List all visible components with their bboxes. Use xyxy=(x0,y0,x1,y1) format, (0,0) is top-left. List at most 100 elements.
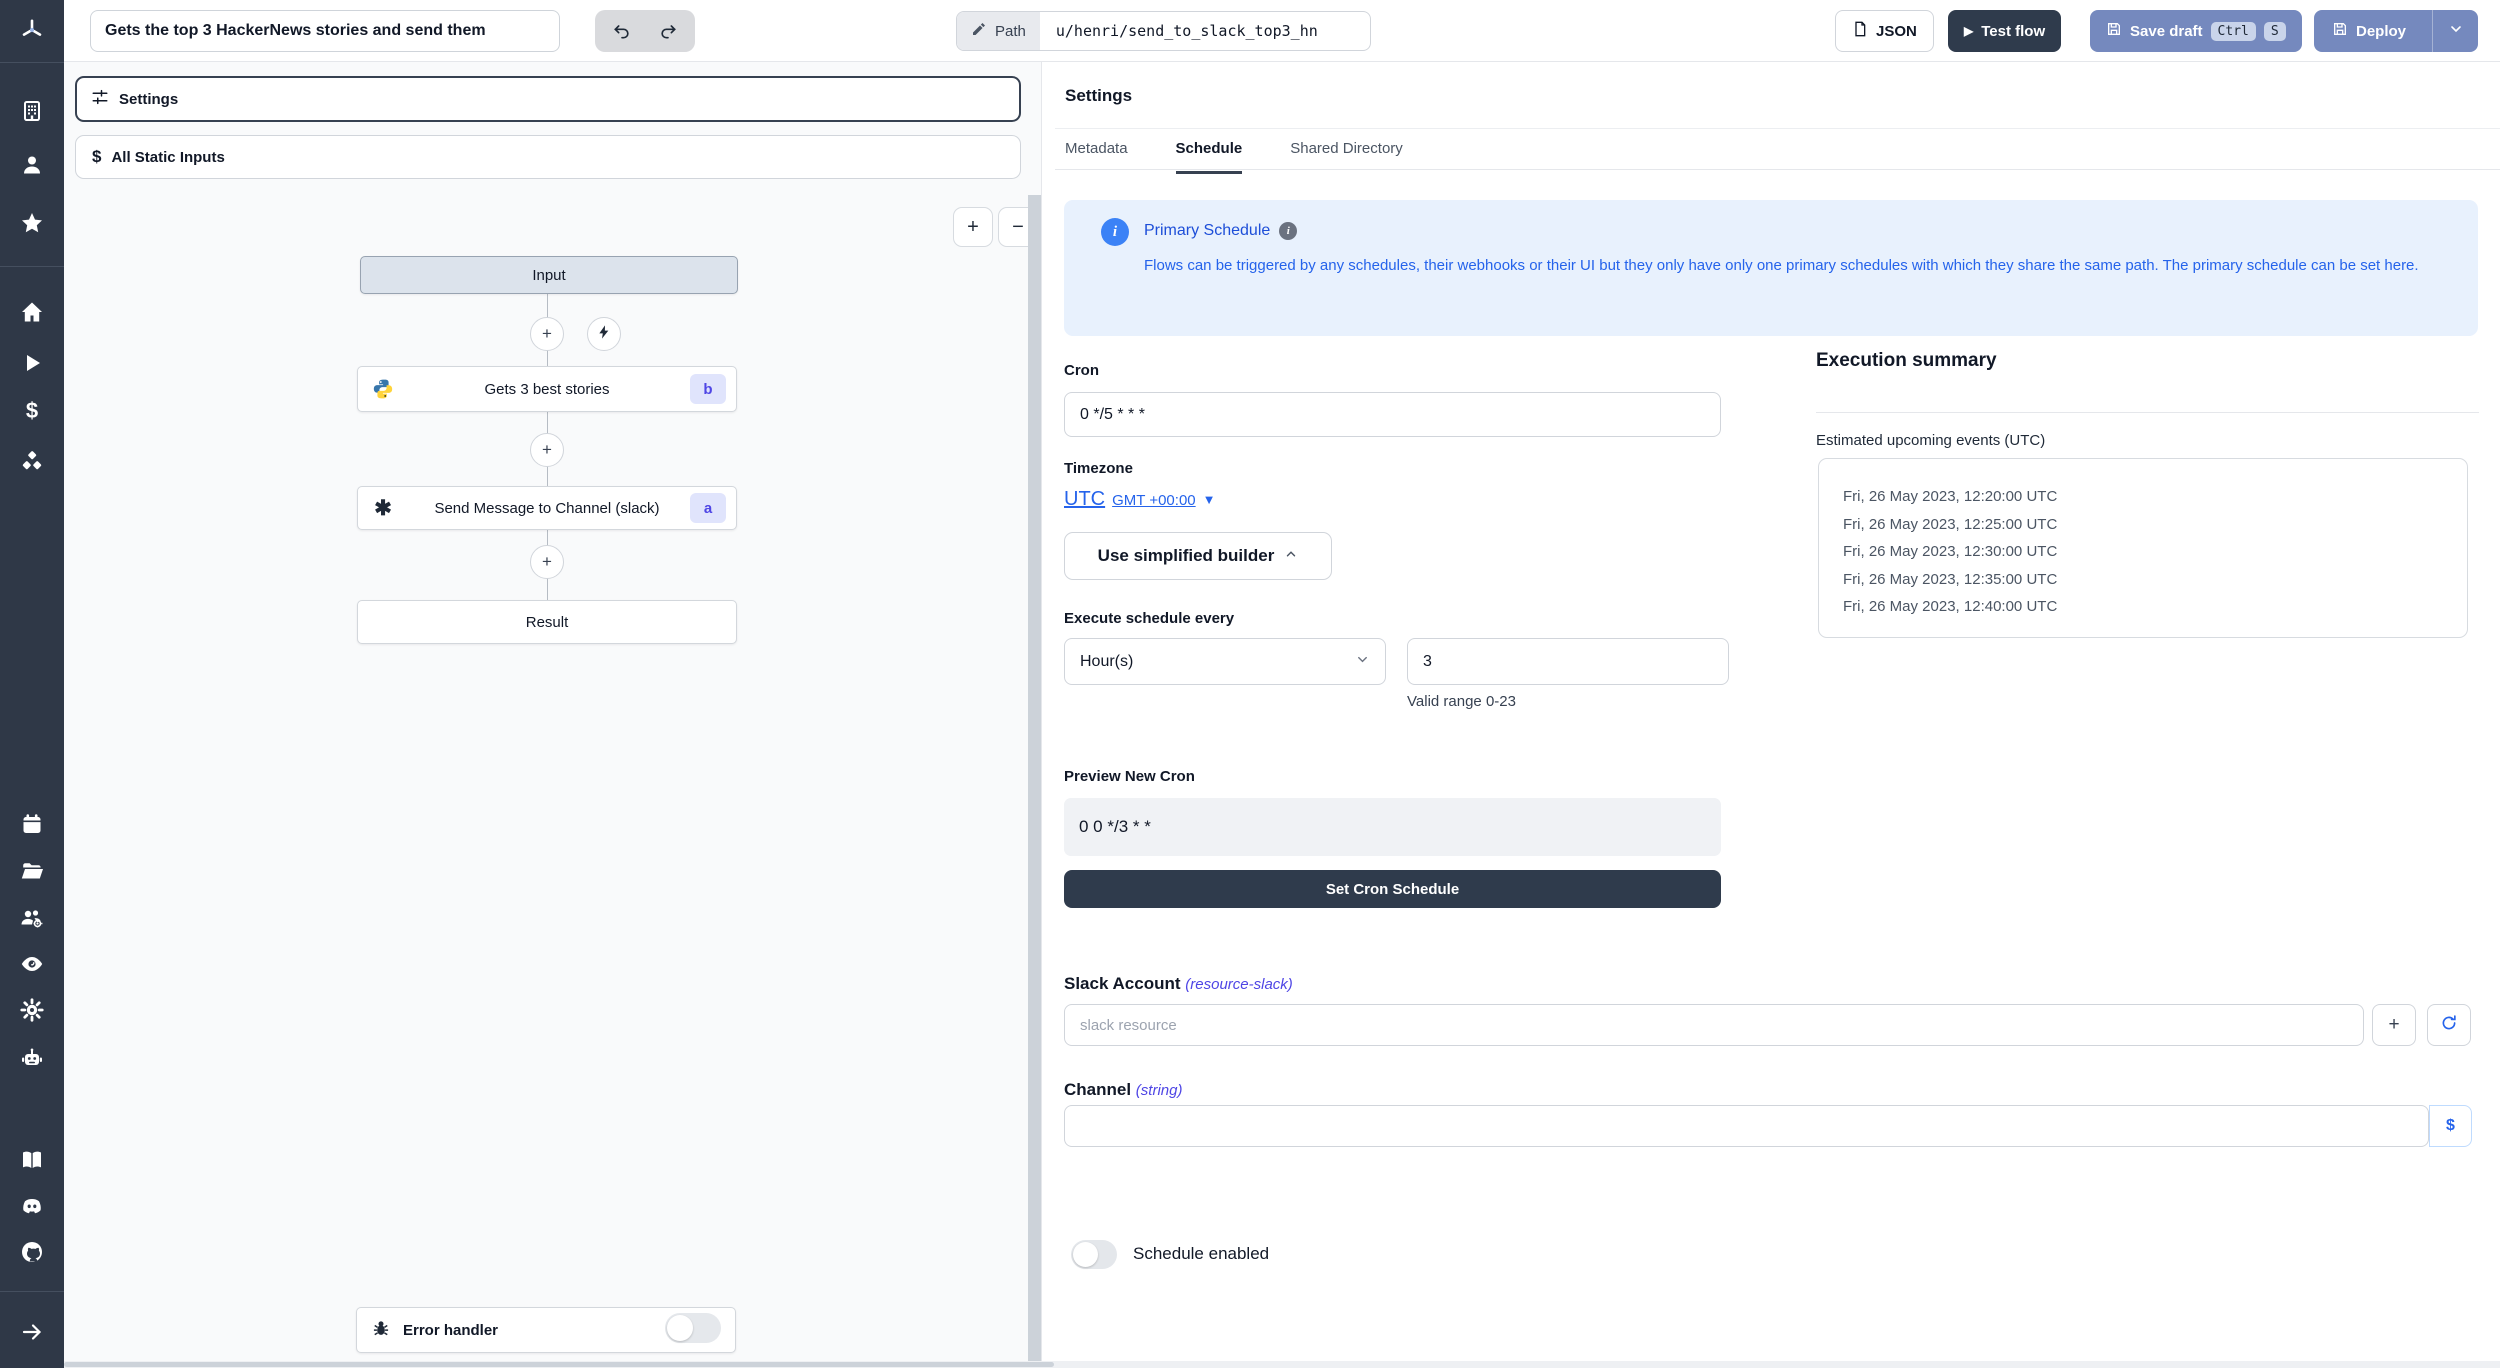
flow-graph-panel: Settings $ All Static Inputs + − Input +… xyxy=(64,62,1042,1368)
topbar: Gets the top 3 HackerNews stories and se… xyxy=(64,0,2500,62)
user-icon[interactable] xyxy=(18,151,46,179)
flow-title-text: Gets the top 3 HackerNews stories and se… xyxy=(105,22,486,40)
windmill-flow-editor: $ xyxy=(0,0,2500,1368)
upcoming-events-box: Fri, 26 May 2023, 12:20:00 UTC Fri, 26 M… xyxy=(1818,458,2468,638)
trigger-bolt-button[interactable] xyxy=(587,317,621,351)
divider xyxy=(1816,412,2479,413)
chevron-down-icon xyxy=(2448,21,2464,41)
slack-account-label: Slack Account (resource-slack) xyxy=(1064,974,1293,994)
redo-button[interactable] xyxy=(648,14,688,48)
windmill-logo-icon[interactable] xyxy=(18,16,46,44)
sidebar-divider xyxy=(0,1291,64,1292)
test-flow-button[interactable]: ▶ Test flow xyxy=(1948,10,2061,52)
event-row: Fri, 26 May 2023, 12:20:00 UTC xyxy=(1843,483,2467,511)
path-label: Path xyxy=(957,12,1040,50)
chevron-down-icon xyxy=(1355,652,1370,672)
docs-book-icon[interactable] xyxy=(18,1146,46,1174)
slack-resource-input[interactable] xyxy=(1064,1004,2364,1046)
timezone-label: Timezone xyxy=(1064,460,1133,477)
save-floppy-icon xyxy=(2106,21,2122,41)
cron-input[interactable] xyxy=(1064,392,1721,437)
add-step-button[interactable]: + xyxy=(530,545,564,579)
kbd-ctrl: Ctrl xyxy=(2211,22,2256,41)
undo-button[interactable] xyxy=(602,14,642,48)
audit-eye-icon[interactable] xyxy=(18,950,46,978)
lightning-bolt-icon xyxy=(596,324,612,345)
resources-cubes-icon[interactable] xyxy=(18,448,46,476)
scrollbar-thumb[interactable] xyxy=(64,1362,1054,1367)
sidebar: $ xyxy=(0,0,64,1368)
deploy-button[interactable]: Deploy xyxy=(2314,10,2424,52)
channel-type: (string) xyxy=(1136,1082,1183,1099)
use-simplified-builder-button[interactable]: Use simplified builder xyxy=(1064,532,1332,580)
flow-node-step-b[interactable]: Gets 3 best stories b xyxy=(357,366,737,412)
python-icon xyxy=(371,377,395,401)
event-row: Fri, 26 May 2023, 12:25:00 UTC xyxy=(1843,511,2467,539)
add-step-button[interactable]: + xyxy=(530,433,564,467)
valid-range-hint: Valid range 0-23 xyxy=(1407,693,1516,710)
execution-summary-title: Execution summary xyxy=(1816,350,1997,372)
add-resource-button[interactable]: + xyxy=(2372,1004,2416,1046)
error-handler-node[interactable]: Error handler xyxy=(356,1307,736,1353)
path-value: u/henri/send_to_slack_top3_hn xyxy=(1040,12,1370,50)
workspace-building-icon[interactable] xyxy=(18,97,46,125)
zoom-in-button[interactable]: + xyxy=(953,207,993,247)
execute-value-input[interactable] xyxy=(1407,638,1729,685)
refresh-resources-button[interactable] xyxy=(2427,1004,2471,1046)
dollar-icon: $ xyxy=(92,147,101,167)
variables-dollar-icon[interactable]: $ xyxy=(18,397,46,425)
channel-input[interactable] xyxy=(1064,1105,2429,1147)
json-button[interactable]: JSON xyxy=(1835,10,1934,52)
error-handler-toggle[interactable] xyxy=(665,1313,721,1343)
info-circle-icon: i xyxy=(1101,218,1129,246)
step-badge-a: a xyxy=(690,493,726,523)
preview-cron-label: Preview New Cron xyxy=(1064,768,1195,785)
save-draft-button[interactable]: Save draft Ctrl S xyxy=(2090,10,2302,52)
flow-settings-button[interactable]: Settings xyxy=(75,76,1021,122)
chevron-up-icon xyxy=(1284,546,1298,566)
bug-icon xyxy=(371,1318,391,1342)
groups-users-gear-icon[interactable] xyxy=(18,904,46,932)
insert-variable-button[interactable]: $ xyxy=(2429,1105,2472,1147)
schedule-enabled-toggle[interactable] xyxy=(1071,1240,1117,1269)
step-badge-b: b xyxy=(690,374,726,404)
settings-panel-title: Settings xyxy=(1065,86,1132,106)
execute-unit-select[interactable]: Hour(s) xyxy=(1064,638,1386,685)
sidebar-divider xyxy=(0,62,64,63)
deploy-dropdown-button[interactable] xyxy=(2432,10,2478,52)
timezone-select-link[interactable]: UTC GMT +00:00 ▼ xyxy=(1064,488,1216,511)
event-row: Fri, 26 May 2023, 12:35:00 UTC xyxy=(1843,566,2467,594)
favorites-star-icon[interactable] xyxy=(18,209,46,237)
github-icon[interactable] xyxy=(18,1238,46,1266)
horizontal-scrollbar[interactable] xyxy=(64,1361,2500,1368)
flow-node-result[interactable]: Result xyxy=(357,600,737,644)
home-icon[interactable] xyxy=(18,298,46,326)
schedule-enabled-label: Schedule enabled xyxy=(1133,1244,1269,1264)
all-static-inputs-button[interactable]: $ All Static Inputs xyxy=(75,135,1021,179)
path-field[interactable]: Path u/henri/send_to_slack_top3_hn xyxy=(956,11,1371,51)
flow-node-step-a[interactable]: ✱ Send Message to Channel (slack) a xyxy=(357,486,737,530)
set-cron-schedule-button[interactable]: Set Cron Schedule xyxy=(1064,870,1721,908)
plus-icon: + xyxy=(2388,1014,2399,1036)
flow-panel-scrollbar[interactable] xyxy=(1028,195,1041,1368)
discord-icon[interactable] xyxy=(18,1192,46,1220)
runs-play-icon[interactable] xyxy=(18,349,46,377)
gear-script-icon: ✱ xyxy=(371,496,395,520)
flow-node-input[interactable]: Input xyxy=(360,256,738,294)
schedules-calendar-icon[interactable] xyxy=(18,810,46,838)
settings-gear-icon[interactable] xyxy=(18,996,46,1024)
expand-arrow-right-icon[interactable] xyxy=(18,1318,46,1346)
execute-every-label: Execute schedule every xyxy=(1064,610,1234,627)
settings-panel: Settings Metadata Schedule Shared Direct… xyxy=(1055,62,2500,1368)
flow-title-input[interactable]: Gets the top 3 HackerNews stories and se… xyxy=(90,10,560,52)
workers-robot-icon[interactable] xyxy=(18,1044,46,1072)
file-json-icon xyxy=(1852,21,1868,41)
undo-redo-group xyxy=(595,10,695,52)
preview-cron-value: 0 0 */3 * * xyxy=(1064,798,1721,856)
folders-icon[interactable] xyxy=(18,857,46,885)
add-step-button[interactable]: + xyxy=(530,317,564,351)
info-tooltip-icon[interactable]: i xyxy=(1279,222,1297,240)
primary-schedule-info-box: i Primary Schedule i Flows can be trigge… xyxy=(1064,200,2478,336)
play-icon: ▶ xyxy=(1964,24,1973,38)
deploy-floppy-icon xyxy=(2332,21,2348,41)
